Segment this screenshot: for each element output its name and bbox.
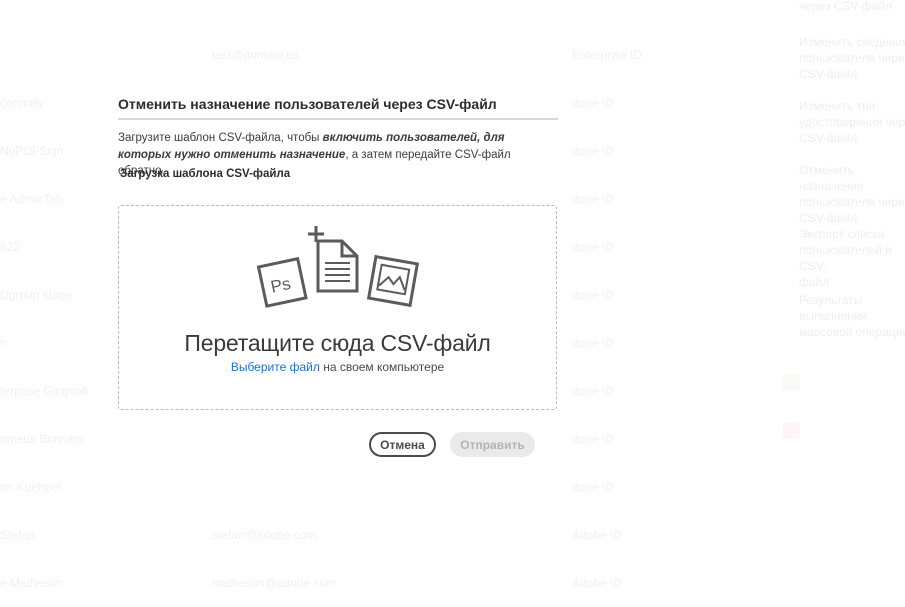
new-document-icon: [308, 226, 359, 293]
dropzone-illustration: Ps: [256, 226, 420, 308]
cancel-button[interactable]: Отмена: [369, 432, 436, 457]
download-template-link[interactable]: Загрузка шаблона CSV-файла: [120, 168, 290, 180]
description-text-start: Загрузите шаблон CSV-файла, чтобы: [118, 132, 323, 144]
submit-button[interactable]: Отправить: [450, 432, 535, 457]
photoshop-file-icon: Ps: [256, 256, 308, 308]
image-file-icon: [366, 254, 420, 308]
svg-text:Ps: Ps: [269, 274, 292, 297]
dropzone-subtitle: Выберите файл на своем компьютере: [119, 360, 556, 374]
dropzone-title: Перетащите сюда CSV-файл: [184, 330, 491, 356]
choose-file-suffix: на своем компьютере: [319, 360, 445, 374]
csv-dropzone[interactable]: Ps Перетащите сюда CSV-файл Выберите фай…: [118, 205, 557, 410]
dialog-title: Отменить назначение пользователей через …: [118, 96, 558, 120]
choose-file-link[interactable]: Выберите файл: [231, 360, 320, 374]
remove-users-csv-dialog: Отменить назначение пользователей через …: [103, 78, 573, 473]
